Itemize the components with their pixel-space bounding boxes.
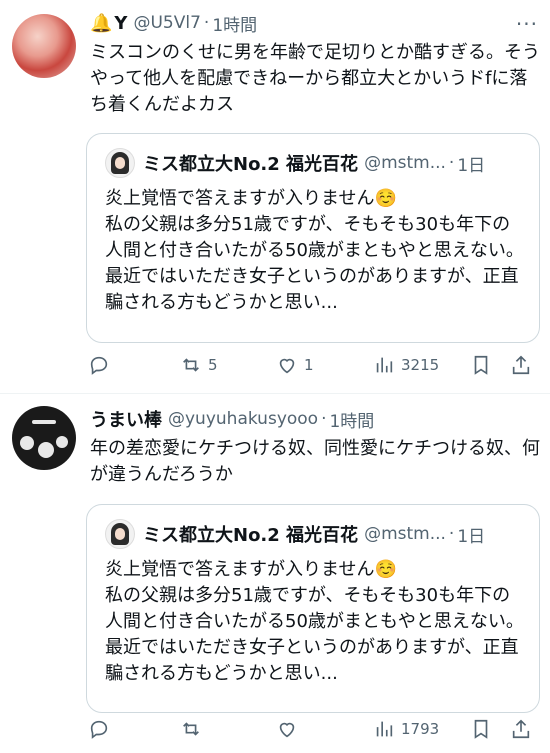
tweet-text: ミスコンのくせに男を年齢で足切りとか酷すぎる。そうやって他人を配慮できねーから都… — [90, 42, 540, 115]
views-chart-icon — [376, 357, 393, 373]
separator-dot: · — [203, 13, 210, 33]
heart-icon — [279, 358, 295, 374]
retweet-icon — [183, 358, 199, 372]
timestamp[interactable]: 1時間 — [212, 11, 257, 36]
bookmark-button[interactable] — [470, 718, 492, 740]
quoted-timestamp: 1日 — [457, 155, 486, 176]
retweet-button[interactable]: 5 — [180, 354, 218, 376]
retweet-icon — [183, 722, 199, 736]
tweet[interactable]: 🔔 Y @U5Vl7 · 1時間 ··· ミスコンのくせに男を年齢で足切りとか酷… — [0, 0, 550, 393]
display-name[interactable]: うまい棒 — [90, 406, 162, 432]
tweet-header: 🔔 Y @U5Vl7 · 1時間 — [90, 8, 540, 38]
timeline-feed: 🔔 Y @U5Vl7 · 1時間 ··· ミスコンのくせに男を年齢で足切りとか酷… — [0, 0, 550, 753]
display-name[interactable]: Y — [114, 13, 127, 34]
quoted-avatar — [105, 148, 135, 178]
quoted-tweet[interactable]: ミス都立大No.2 福光百花 @mstm... · 1日 炎上覚悟で答えますが入… — [86, 133, 540, 343]
share-icon — [512, 355, 530, 375]
quoted-text: 炎上覚悟で答えますが入りません☺️ 私の父親は多分51歳ですが、そもそも30も年… — [105, 557, 525, 687]
retweet-count: 5 — [208, 356, 218, 374]
avatar[interactable] — [12, 14, 76, 78]
share-icon — [512, 719, 530, 739]
quoted-handle: @mstm... — [364, 524, 446, 544]
bookmark-button[interactable] — [470, 354, 492, 376]
heart-icon — [279, 722, 295, 738]
bell-icon: 🔔 — [90, 12, 113, 34]
bookmark-icon — [474, 719, 488, 739]
reply-icon — [90, 356, 108, 375]
action-bar: 1793 — [88, 714, 536, 744]
reply-button[interactable] — [88, 354, 116, 376]
timestamp[interactable]: 1時間 — [329, 407, 374, 432]
separator-dot: · — [448, 153, 455, 173]
views-chart-icon — [376, 721, 393, 737]
user-handle[interactable]: @yuyuhakusyooo — [168, 409, 318, 429]
quoted-display-name: ミス都立大No.2 福光百花 — [143, 154, 359, 175]
view-count: 3215 — [401, 356, 440, 374]
quoted-text-line: 炎上覚悟で答えますが入りません☺️ — [105, 188, 397, 209]
share-button[interactable] — [510, 718, 532, 740]
views-button[interactable]: 3215 — [373, 354, 439, 376]
separator-dot: · — [321, 409, 327, 429]
tweet-content: うまい棒 @yuyuhakusyooo · 1時間 年の差恋愛にケチつける奴、同… — [90, 404, 540, 488]
tweet-header: うまい棒 @yuyuhakusyooo · 1時間 — [90, 404, 540, 434]
quoted-handle: @mstm... — [364, 153, 446, 173]
tweet-text: 年の差恋愛にケチつける奴、同性愛にケチつける奴、何が違うんだろうか — [90, 438, 540, 485]
quoted-timestamp: 1日 — [457, 526, 486, 547]
separator-dot: · — [448, 524, 455, 544]
reply-icon — [90, 720, 108, 739]
tweet[interactable]: うまい棒 @yuyuhakusyooo · 1時間 年の差恋愛にケチつける奴、同… — [0, 394, 550, 753]
bookmark-icon — [474, 355, 488, 375]
view-count: 1793 — [401, 720, 440, 738]
quoted-text-line: 炎上覚悟で答えますが入りません☺️ — [105, 559, 397, 580]
user-handle[interactable]: @U5Vl7 — [133, 13, 200, 33]
quoted-avatar — [105, 519, 135, 549]
quoted-text-line: 私の父親は多分51歳ですが、そもそも30も年下の人間と付き合いたがる50歳がまと… — [105, 585, 524, 684]
like-count: 1 — [304, 356, 314, 374]
quoted-tweet-header: ミス都立大No.2 福光百花 @mstm... · 1日 — [105, 147, 525, 179]
quoted-display-name: ミス都立大No.2 福光百花 — [143, 525, 359, 546]
share-button[interactable] — [510, 354, 532, 376]
retweet-button[interactable] — [180, 718, 208, 740]
like-button[interactable] — [276, 718, 304, 740]
avatar[interactable] — [12, 406, 76, 470]
views-button[interactable]: 1793 — [373, 718, 439, 740]
tweet-content: 🔔 Y @U5Vl7 · 1時間 ··· ミスコンのくせに男を年齢で足切りとか酷… — [90, 8, 540, 118]
quoted-tweet[interactable]: ミス都立大No.2 福光百花 @mstm... · 1日 炎上覚悟で答えますが入… — [86, 504, 540, 713]
like-button[interactable]: 1 — [276, 354, 314, 376]
quoted-tweet-header: ミス都立大No.2 福光百花 @mstm... · 1日 — [105, 518, 525, 550]
reply-button[interactable] — [88, 718, 116, 740]
more-horizontal-icon[interactable]: ··· — [516, 12, 538, 36]
quoted-text-line: 私の父親は多分51歳ですが、そもそも30も年下の人間と付き合いたがる50歳がまと… — [105, 214, 524, 313]
action-bar: 5 1 3215 — [88, 350, 536, 380]
quoted-text: 炎上覚悟で答えますが入りません☺️ 私の父親は多分51歳ですが、そもそも30も年… — [105, 186, 525, 316]
